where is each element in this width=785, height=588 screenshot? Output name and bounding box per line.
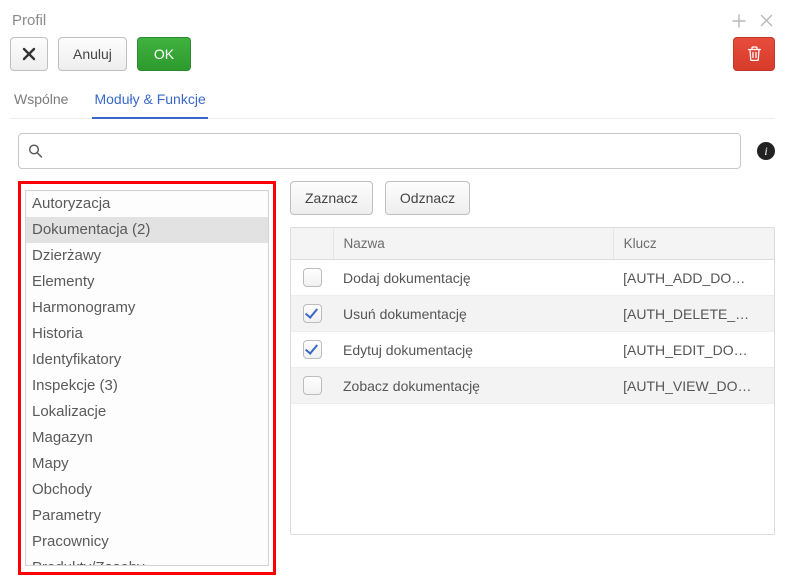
close-button[interactable] xyxy=(10,37,48,71)
row-key: [AUTH_EDIT_DO… xyxy=(613,332,774,368)
row-checkbox[interactable] xyxy=(303,268,322,287)
module-item[interactable]: Magazyn xyxy=(26,425,268,451)
table-row[interactable]: Dodaj dokumentację[AUTH_ADD_DO… xyxy=(291,260,774,296)
row-name: Dodaj dokumentację xyxy=(333,260,613,296)
module-item[interactable]: Lokalizacje xyxy=(26,399,268,425)
tab-common[interactable]: Wspólne xyxy=(12,85,70,118)
module-item[interactable]: Obchody xyxy=(26,477,268,503)
module-item[interactable]: Historia xyxy=(26,321,268,347)
window-close-icon[interactable] xyxy=(760,14,773,28)
module-item[interactable]: Produkty/Zasoby xyxy=(26,555,268,566)
row-name: Usuń dokumentację xyxy=(333,296,613,332)
module-item[interactable]: Autoryzacja xyxy=(26,191,268,217)
row-key: [AUTH_DELETE_… xyxy=(613,296,774,332)
column-name[interactable]: Nazwa xyxy=(333,228,613,260)
window-title: Profil xyxy=(12,12,46,29)
table-row[interactable]: Edytuj dokumentację[AUTH_EDIT_DO… xyxy=(291,332,774,368)
search-icon xyxy=(28,144,43,159)
module-list[interactable]: AutoryzacjaDokumentacja (2)DzierżawyElem… xyxy=(25,190,269,566)
column-key[interactable]: Klucz xyxy=(613,228,774,260)
search-input[interactable] xyxy=(18,133,741,169)
row-name: Edytuj dokumentację xyxy=(333,332,613,368)
row-checkbox[interactable] xyxy=(303,340,322,359)
module-item[interactable]: Pracownicy xyxy=(26,529,268,555)
row-checkbox[interactable] xyxy=(303,304,322,323)
module-item[interactable]: Elementy xyxy=(26,269,268,295)
module-item[interactable]: Identyfikatory xyxy=(26,347,268,373)
module-item[interactable]: Parametry xyxy=(26,503,268,529)
select-all-button[interactable]: Zaznacz xyxy=(290,181,373,215)
permissions-grid: Nazwa Klucz Dodaj dokumentację[AUTH_ADD_… xyxy=(290,227,775,535)
module-item[interactable]: Dokumentacja (2) xyxy=(26,217,268,243)
ok-button[interactable]: OK xyxy=(137,37,191,71)
deselect-all-button[interactable]: Odznacz xyxy=(385,181,470,215)
delete-button[interactable] xyxy=(733,37,775,71)
column-checkbox[interactable] xyxy=(291,228,333,260)
search-box xyxy=(18,133,741,169)
trash-icon xyxy=(747,46,762,62)
table-row[interactable]: Usuń dokumentację[AUTH_DELETE_… xyxy=(291,296,774,332)
module-item[interactable]: Dzierżawy xyxy=(26,243,268,269)
tabs: Wspólne Moduły & Funkcje xyxy=(10,85,775,119)
info-icon[interactable]: i xyxy=(757,142,775,160)
row-key: [AUTH_ADD_DO… xyxy=(613,260,774,296)
window-add-icon[interactable] xyxy=(732,14,746,28)
row-name: Zobacz dokumentację xyxy=(333,368,613,404)
module-item[interactable]: Harmonogramy xyxy=(26,295,268,321)
cancel-button[interactable]: Anuluj xyxy=(58,37,127,71)
module-list-highlight: AutoryzacjaDokumentacja (2)DzierżawyElem… xyxy=(18,181,276,575)
table-row[interactable]: Zobacz dokumentację[AUTH_VIEW_DO… xyxy=(291,368,774,404)
tab-modules-functions[interactable]: Moduły & Funkcje xyxy=(92,85,207,119)
close-icon xyxy=(22,47,36,61)
module-item[interactable]: Mapy xyxy=(26,451,268,477)
row-checkbox[interactable] xyxy=(303,376,322,395)
module-item[interactable]: Inspekcje (3) xyxy=(26,373,268,399)
row-key: [AUTH_VIEW_DO… xyxy=(613,368,774,404)
